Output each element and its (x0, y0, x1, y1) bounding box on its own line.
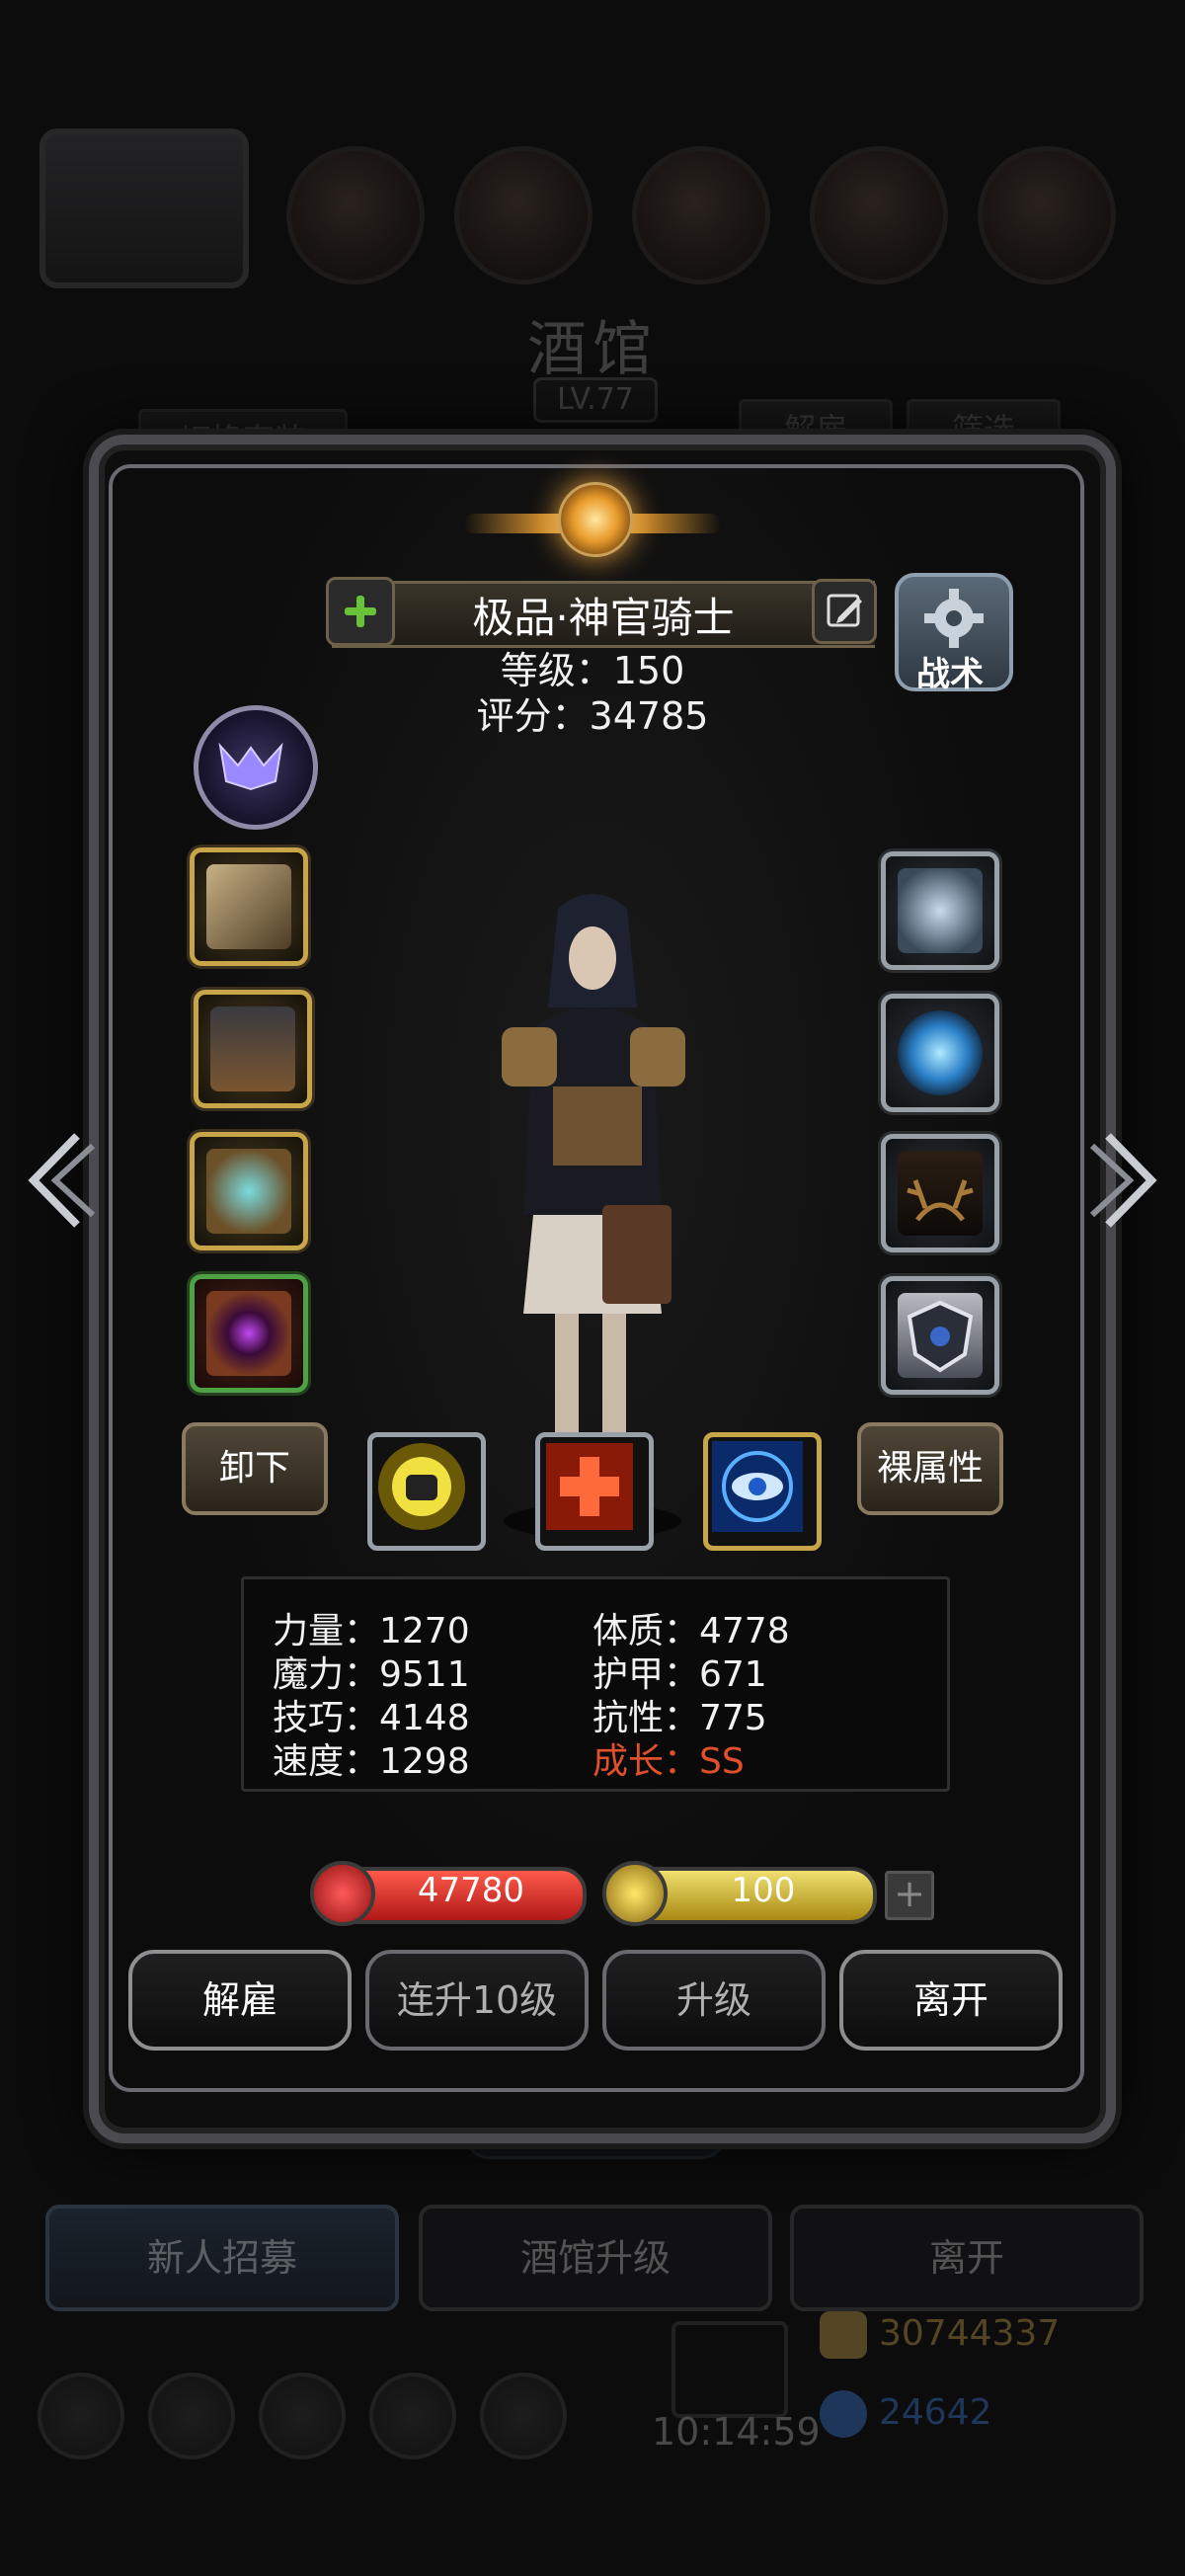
staff-icon (206, 864, 291, 949)
crown-icon (898, 868, 983, 953)
bottom-menu-icon (148, 2373, 235, 2459)
new-recruit-tab: 新人招募 (45, 2205, 399, 2311)
tavern-level: LV.77 (533, 377, 658, 423)
shield-shape (907, 1300, 974, 1373)
gold-resource: 30744337 (820, 2311, 1060, 2359)
skill-slot-3[interactable] (703, 1432, 822, 1551)
tavern-upgrade-tab: 酒馆升级 (419, 2205, 772, 2311)
antler-shape (907, 1179, 974, 1222)
equip-slot-weapon[interactable] (190, 847, 308, 966)
orb-icon (898, 1010, 983, 1095)
top-menu-icon (454, 146, 592, 284)
level-up-button[interactable]: 升级 (602, 1950, 826, 2051)
gold-icon (820, 2311, 867, 2359)
hero-name: 极品·神官骑士 (472, 594, 735, 642)
equip-slot-helmet[interactable] (881, 851, 999, 970)
lightning-icon (602, 1861, 668, 1926)
robe-icon (210, 1006, 295, 1091)
equip-slot-armor[interactable] (194, 990, 312, 1108)
energy-value: 100 (731, 1871, 796, 1910)
hp-value: 47780 (417, 1871, 525, 1910)
add-energy-button[interactable]: + (885, 1871, 934, 1920)
bottom-menu-icon (480, 2373, 567, 2459)
equip-slot-shield[interactable] (881, 1276, 999, 1395)
leave-button[interactable]: 离开 (839, 1950, 1063, 2051)
equip-slot-orb[interactable] (881, 994, 999, 1112)
gem-amount: 24642 (879, 2392, 992, 2433)
edit-icon (827, 594, 862, 627)
player-avatar (40, 128, 249, 288)
game-clock: 10:14:59 (652, 2410, 821, 2454)
prev-hero-arrow[interactable] (16, 1126, 95, 1235)
gem-icon (820, 2390, 867, 2438)
rune-emblem-button[interactable] (194, 705, 318, 830)
gold-amount: 30744337 (879, 2313, 1061, 2354)
top-menu-icon (632, 146, 770, 284)
top-menu-icon (810, 146, 948, 284)
tactics-label: 战术 (916, 655, 984, 694)
level-up-10-button[interactable]: 连升10级 (365, 1950, 589, 2051)
antler-icon (898, 1151, 983, 1236)
top-menu-icon (978, 146, 1116, 284)
gem-resource: 24642 (820, 2390, 992, 2438)
tavern-title: 酒馆 (527, 315, 658, 384)
stat-speed: 速度：1298 (273, 1741, 470, 1782)
gift-box-icon (672, 2321, 788, 2418)
eye-icon (712, 1441, 803, 1532)
skill-slot-1[interactable] (367, 1432, 486, 1551)
naked-stats-button[interactable]: 裸属性 (857, 1422, 1003, 1515)
gear-icon (924, 589, 984, 648)
top-menu-icon (286, 146, 425, 284)
equip-slot-amulet[interactable] (190, 1274, 308, 1393)
next-hero-arrow[interactable] (1090, 1126, 1169, 1235)
eye-amulet-icon (206, 1291, 291, 1376)
equip-slot-accessory[interactable] (190, 1132, 308, 1250)
skill-slot-2[interactable] (535, 1432, 654, 1551)
hero-score: 评分：34785 (476, 694, 709, 738)
stat-growth: 成长：SS (592, 1741, 745, 1782)
dismiss-button[interactable]: 解雇 (128, 1950, 352, 2051)
lantern-icon (206, 1149, 291, 1234)
heal-cross-icon (546, 1443, 633, 1530)
heart-icon (310, 1861, 375, 1926)
bottom-menu-icon (259, 2373, 346, 2459)
edit-name-button[interactable] (812, 579, 877, 644)
unequip-button[interactable]: 卸下 (182, 1422, 328, 1515)
bottom-menu-icon (369, 2373, 456, 2459)
fist-icon (378, 1443, 465, 1530)
bg-leave-tab: 离开 (790, 2205, 1144, 2311)
sun-crest-icon (558, 482, 633, 557)
shield-icon (898, 1293, 983, 1378)
equip-slot-relic[interactable] (881, 1134, 999, 1252)
demon-claw-icon (218, 742, 283, 791)
bottom-menu-icon (38, 2373, 124, 2459)
